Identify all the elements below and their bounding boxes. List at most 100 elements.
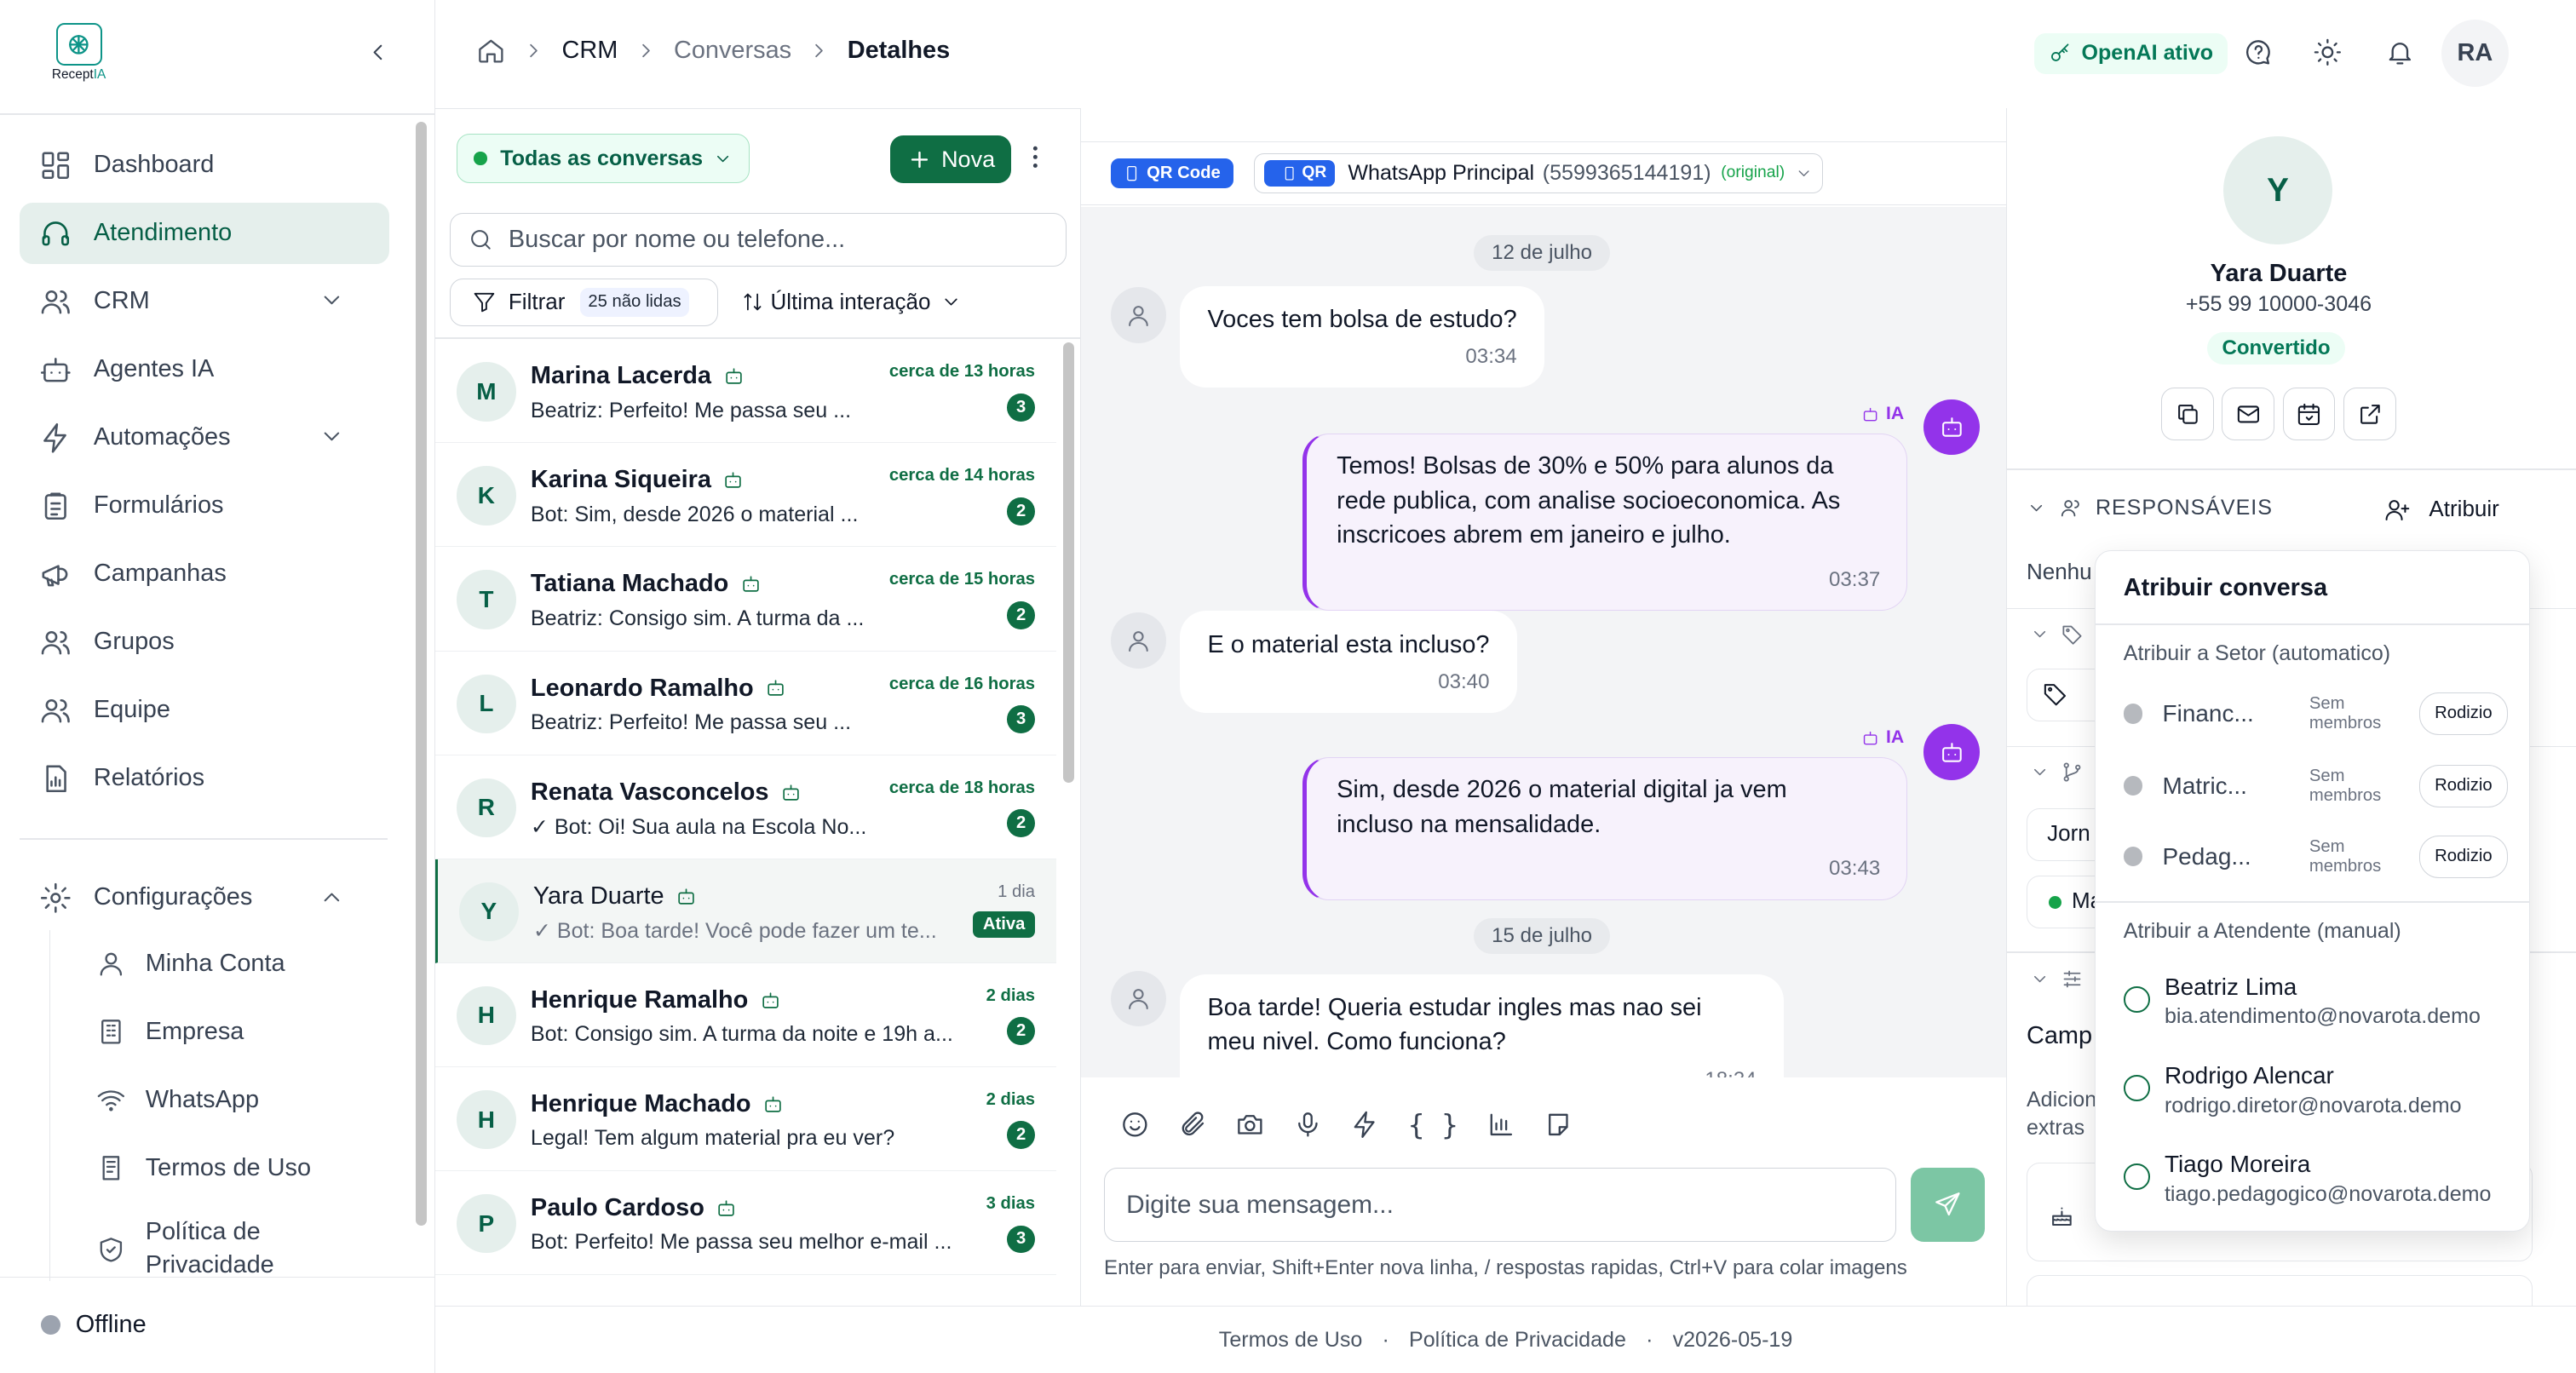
nav-agentes-ia[interactable]: Agentes IA [20, 339, 389, 399]
open-external-button[interactable] [2343, 388, 2396, 440]
conversation-row[interactable]: H Henrique Ramalho Bot: Consigo sim. A t… [435, 963, 1057, 1067]
sort-dropdown[interactable]: Última interação [741, 279, 969, 326]
unread-count: 2 [1007, 1017, 1036, 1046]
collapse-sidebar-button[interactable] [365, 39, 391, 66]
radio-button[interactable] [2123, 986, 2150, 1013]
openai-status-badge[interactable]: OpenAI ativo [2033, 32, 2228, 74]
nav-relatorios[interactable]: Relatórios [20, 748, 389, 808]
rodizio-button[interactable]: Rodizio [2418, 764, 2509, 807]
new-conversation-button[interactable]: Nova [890, 135, 1012, 184]
rodizio-button[interactable]: Rodizio [2418, 692, 2509, 736]
sector-members: Sem membros [2309, 694, 2382, 732]
help-chat-icon [2246, 40, 2271, 65]
conversation-row[interactable]: L Leonardo Ramalho Beatriz: Perfeito! Me… [435, 652, 1057, 755]
channel-select[interactable]: QR WhatsApp Principal (5599365144191) (o… [1253, 153, 1824, 193]
contact-name: Karina Siqueira [531, 466, 745, 494]
logo[interactable]: ReceptIA [43, 23, 115, 89]
bot-icon [762, 992, 779, 1008]
conversation-row-selected[interactable]: Y Yara Duarte ✓ Bot: Boa tarde! Você pod… [435, 859, 1057, 963]
schedule-button[interactable] [2282, 388, 2336, 440]
bell-icon [2389, 43, 2412, 65]
nav-label: Campanhas [93, 560, 227, 588]
nav-campanhas[interactable]: Campanhas [20, 543, 389, 604]
radio-button[interactable] [2123, 1075, 2150, 1102]
conversation-row[interactable]: H Henrique Machado Legal! Tem algum mate… [435, 1067, 1057, 1171]
conversation-row[interactable]: K Karina Siqueira Bot: Sim, desde 2026 o… [435, 443, 1057, 548]
more-options-button[interactable] [1021, 142, 1050, 172]
rodizio-button[interactable]: Rodizio [2418, 835, 2509, 878]
filter-button[interactable]: Filtrar 25 não lidas [450, 278, 718, 326]
sidebar-scrollbar[interactable] [415, 121, 428, 1226]
chevron-down-icon [716, 155, 728, 162]
microphone-button[interactable] [1293, 1110, 1350, 1140]
nav-dashboard[interactable]: Dashboard [20, 135, 389, 195]
search-input[interactable]: Buscar por nome ou telefone... [450, 212, 1067, 267]
nav-equipe[interactable]: Equipe [20, 680, 389, 740]
poll-button[interactable] [1486, 1110, 1544, 1140]
chevron-down-icon[interactable] [2030, 762, 2050, 782]
sector-option[interactable]: Pedag... Sem membros Rodizio [2123, 834, 2509, 880]
emoji-button[interactable] [1120, 1110, 1177, 1140]
emoji-icon [1123, 1112, 1147, 1137]
email-button[interactable] [2222, 388, 2275, 440]
status-dot [2123, 704, 2143, 724]
sub-label: Termos de Uso [145, 1154, 312, 1182]
avatar: H [457, 985, 516, 1046]
custom-field-card[interactable] [2026, 1274, 2533, 1307]
quick-reply-button[interactable] [1350, 1110, 1407, 1140]
new-label: Nova [941, 146, 996, 172]
attach-button[interactable] [1178, 1110, 1235, 1140]
bot-icon [1863, 731, 1877, 745]
help-button[interactable] [2244, 37, 2274, 67]
crumb-conversas[interactable]: Conversas [674, 37, 791, 65]
chevron-down-icon [2030, 505, 2043, 512]
conversation-row[interactable]: T Tatiana Machado Beatriz: Consigo sim. … [435, 547, 1057, 652]
nav-crm[interactable]: CRM [20, 271, 389, 331]
timestamp: cerca de 15 horas [888, 570, 1036, 589]
bot-avatar [1923, 724, 1980, 781]
message-text: Voces tem bolsa de estudo? [1207, 305, 1517, 333]
radio-button[interactable] [2123, 1163, 2150, 1191]
footer-terms-link[interactable]: Termos de Uso [1219, 1328, 1363, 1353]
template-button[interactable] [1544, 1110, 1601, 1140]
chevron-down-icon[interactable] [2030, 624, 2050, 644]
crumb-crm[interactable]: CRM [562, 37, 618, 65]
footer-privacy-link[interactable]: Política de Privacidade [1409, 1328, 1626, 1353]
nav-label: Configurações [93, 883, 253, 911]
conversation-row[interactable]: R Renata Vasconcelos ✓ Bot: Oi! Sua aula… [435, 755, 1057, 859]
sector-option[interactable]: Financ... Sem membros Rodizio [2123, 691, 2509, 737]
assign-button[interactable]: Atribuir [2384, 496, 2499, 522]
unread-count: 2 [1007, 601, 1036, 629]
message-list[interactable]: 12 de julho Voces tem bolsa de estudo? 0… [1081, 206, 2006, 1078]
notifications-button[interactable] [2385, 37, 2415, 67]
copy-button[interactable] [2161, 388, 2214, 440]
search-placeholder: Buscar por nome ou telefone... [508, 226, 846, 254]
conversation-row[interactable]: M Marina Lacerda Beatriz: Perfeito! Me p… [435, 339, 1057, 444]
sub-minha-conta[interactable]: Minha Conta [50, 930, 388, 998]
home-icon[interactable] [476, 36, 506, 66]
camera-button[interactable] [1235, 1110, 1292, 1140]
nav-grupos[interactable]: Grupos [20, 612, 389, 672]
nav-formularios[interactable]: Formulários [20, 475, 389, 536]
send-button[interactable] [1910, 1168, 1985, 1242]
nav-configuracoes[interactable]: Configurações [20, 867, 389, 928]
user-avatar[interactable]: RA [2441, 20, 2509, 88]
nav-automacoes[interactable]: Automações [20, 407, 389, 468]
chevron-down-icon[interactable] [2030, 969, 2050, 989]
sub-whatsapp[interactable]: WhatsApp [50, 1066, 388, 1135]
conversation-row[interactable]: P Paulo Cardoso Bot: Perfeito! Me passa … [435, 1171, 1057, 1275]
responsaveis-header[interactable]: RESPONSÁVEIS [2027, 496, 2273, 520]
divider [2006, 468, 2576, 470]
sub-empresa[interactable]: Empresa [50, 998, 388, 1066]
sub-privacidade[interactable]: Política de Privacidade [50, 1203, 388, 1282]
sector-option[interactable]: Matric... Sem membros Rodizio [2123, 763, 2509, 809]
conversation-filter-dropdown[interactable]: Todas as conversas [457, 134, 750, 184]
message-input[interactable]: Digite sua mensagem... [1104, 1168, 1896, 1242]
variables-icon[interactable]: { } [1408, 1109, 1458, 1141]
list-scrollbar[interactable] [1062, 342, 1075, 783]
sub-termos[interactable]: Termos de Uso [50, 1135, 388, 1203]
composer-hint: Enter para enviar, Shift+Enter nova linh… [1104, 1256, 1907, 1280]
nav-atendimento[interactable]: Atendimento [20, 203, 390, 264]
user-icon [1129, 989, 1148, 1010]
theme-toggle-button[interactable] [2313, 37, 2343, 67]
